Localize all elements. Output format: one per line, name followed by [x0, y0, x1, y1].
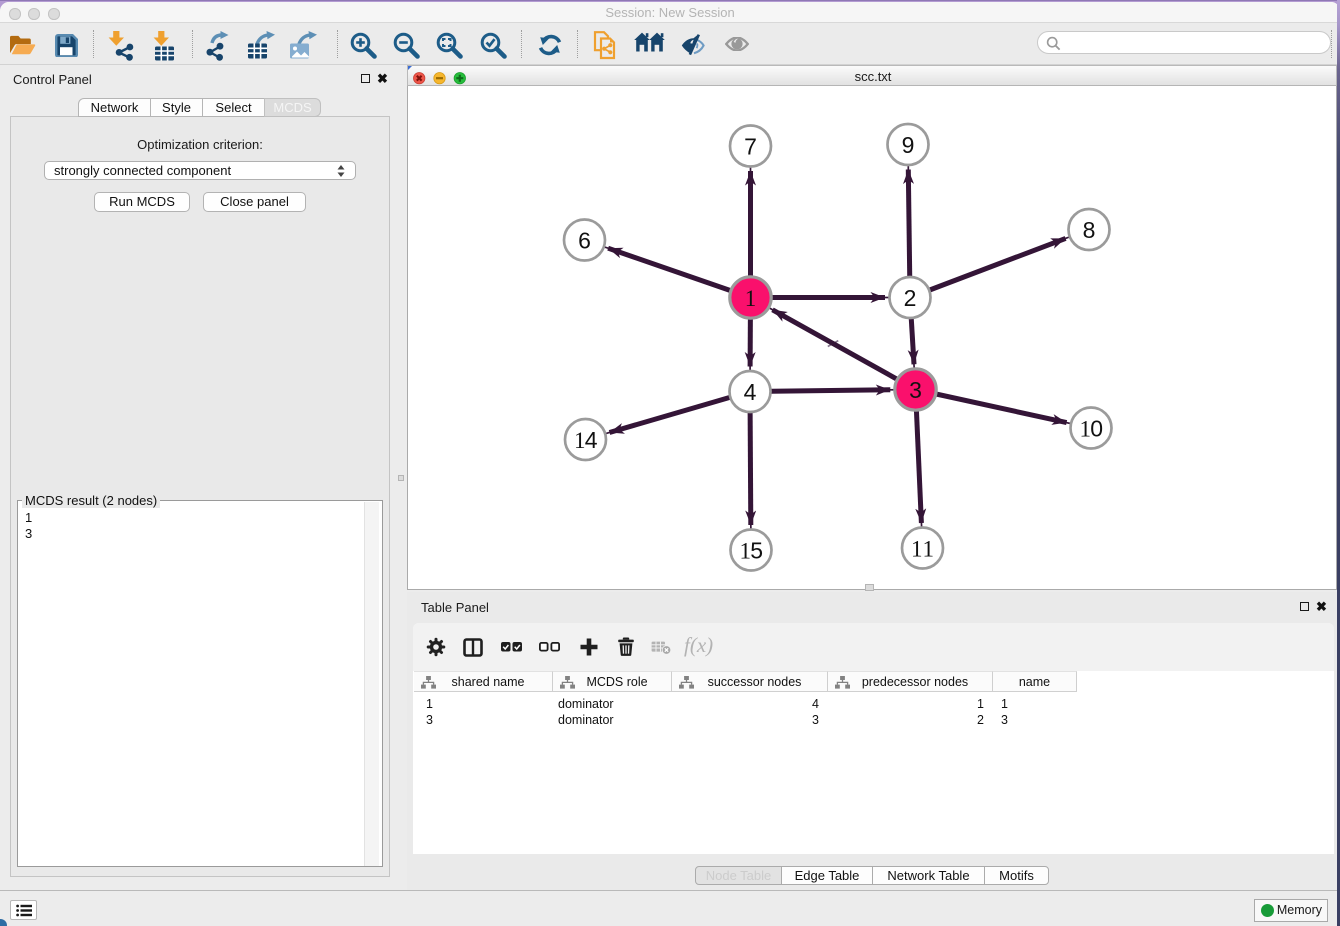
svg-text:2: 2: [904, 285, 917, 311]
svg-text:3: 3: [909, 377, 922, 403]
svg-text:0: 0: [1090, 416, 1103, 442]
svg-text:4: 4: [585, 427, 598, 453]
svg-text:1: 1: [911, 537, 923, 562]
svg-text:4: 4: [744, 379, 757, 405]
svg-text:5: 5: [750, 538, 763, 564]
svg-text:1: 1: [745, 286, 757, 311]
svg-text:1: 1: [922, 537, 934, 562]
svg-text:7: 7: [744, 134, 757, 160]
svg-text:6: 6: [578, 228, 591, 254]
svg-text:8: 8: [1083, 217, 1096, 243]
svg-text:9: 9: [902, 132, 915, 158]
